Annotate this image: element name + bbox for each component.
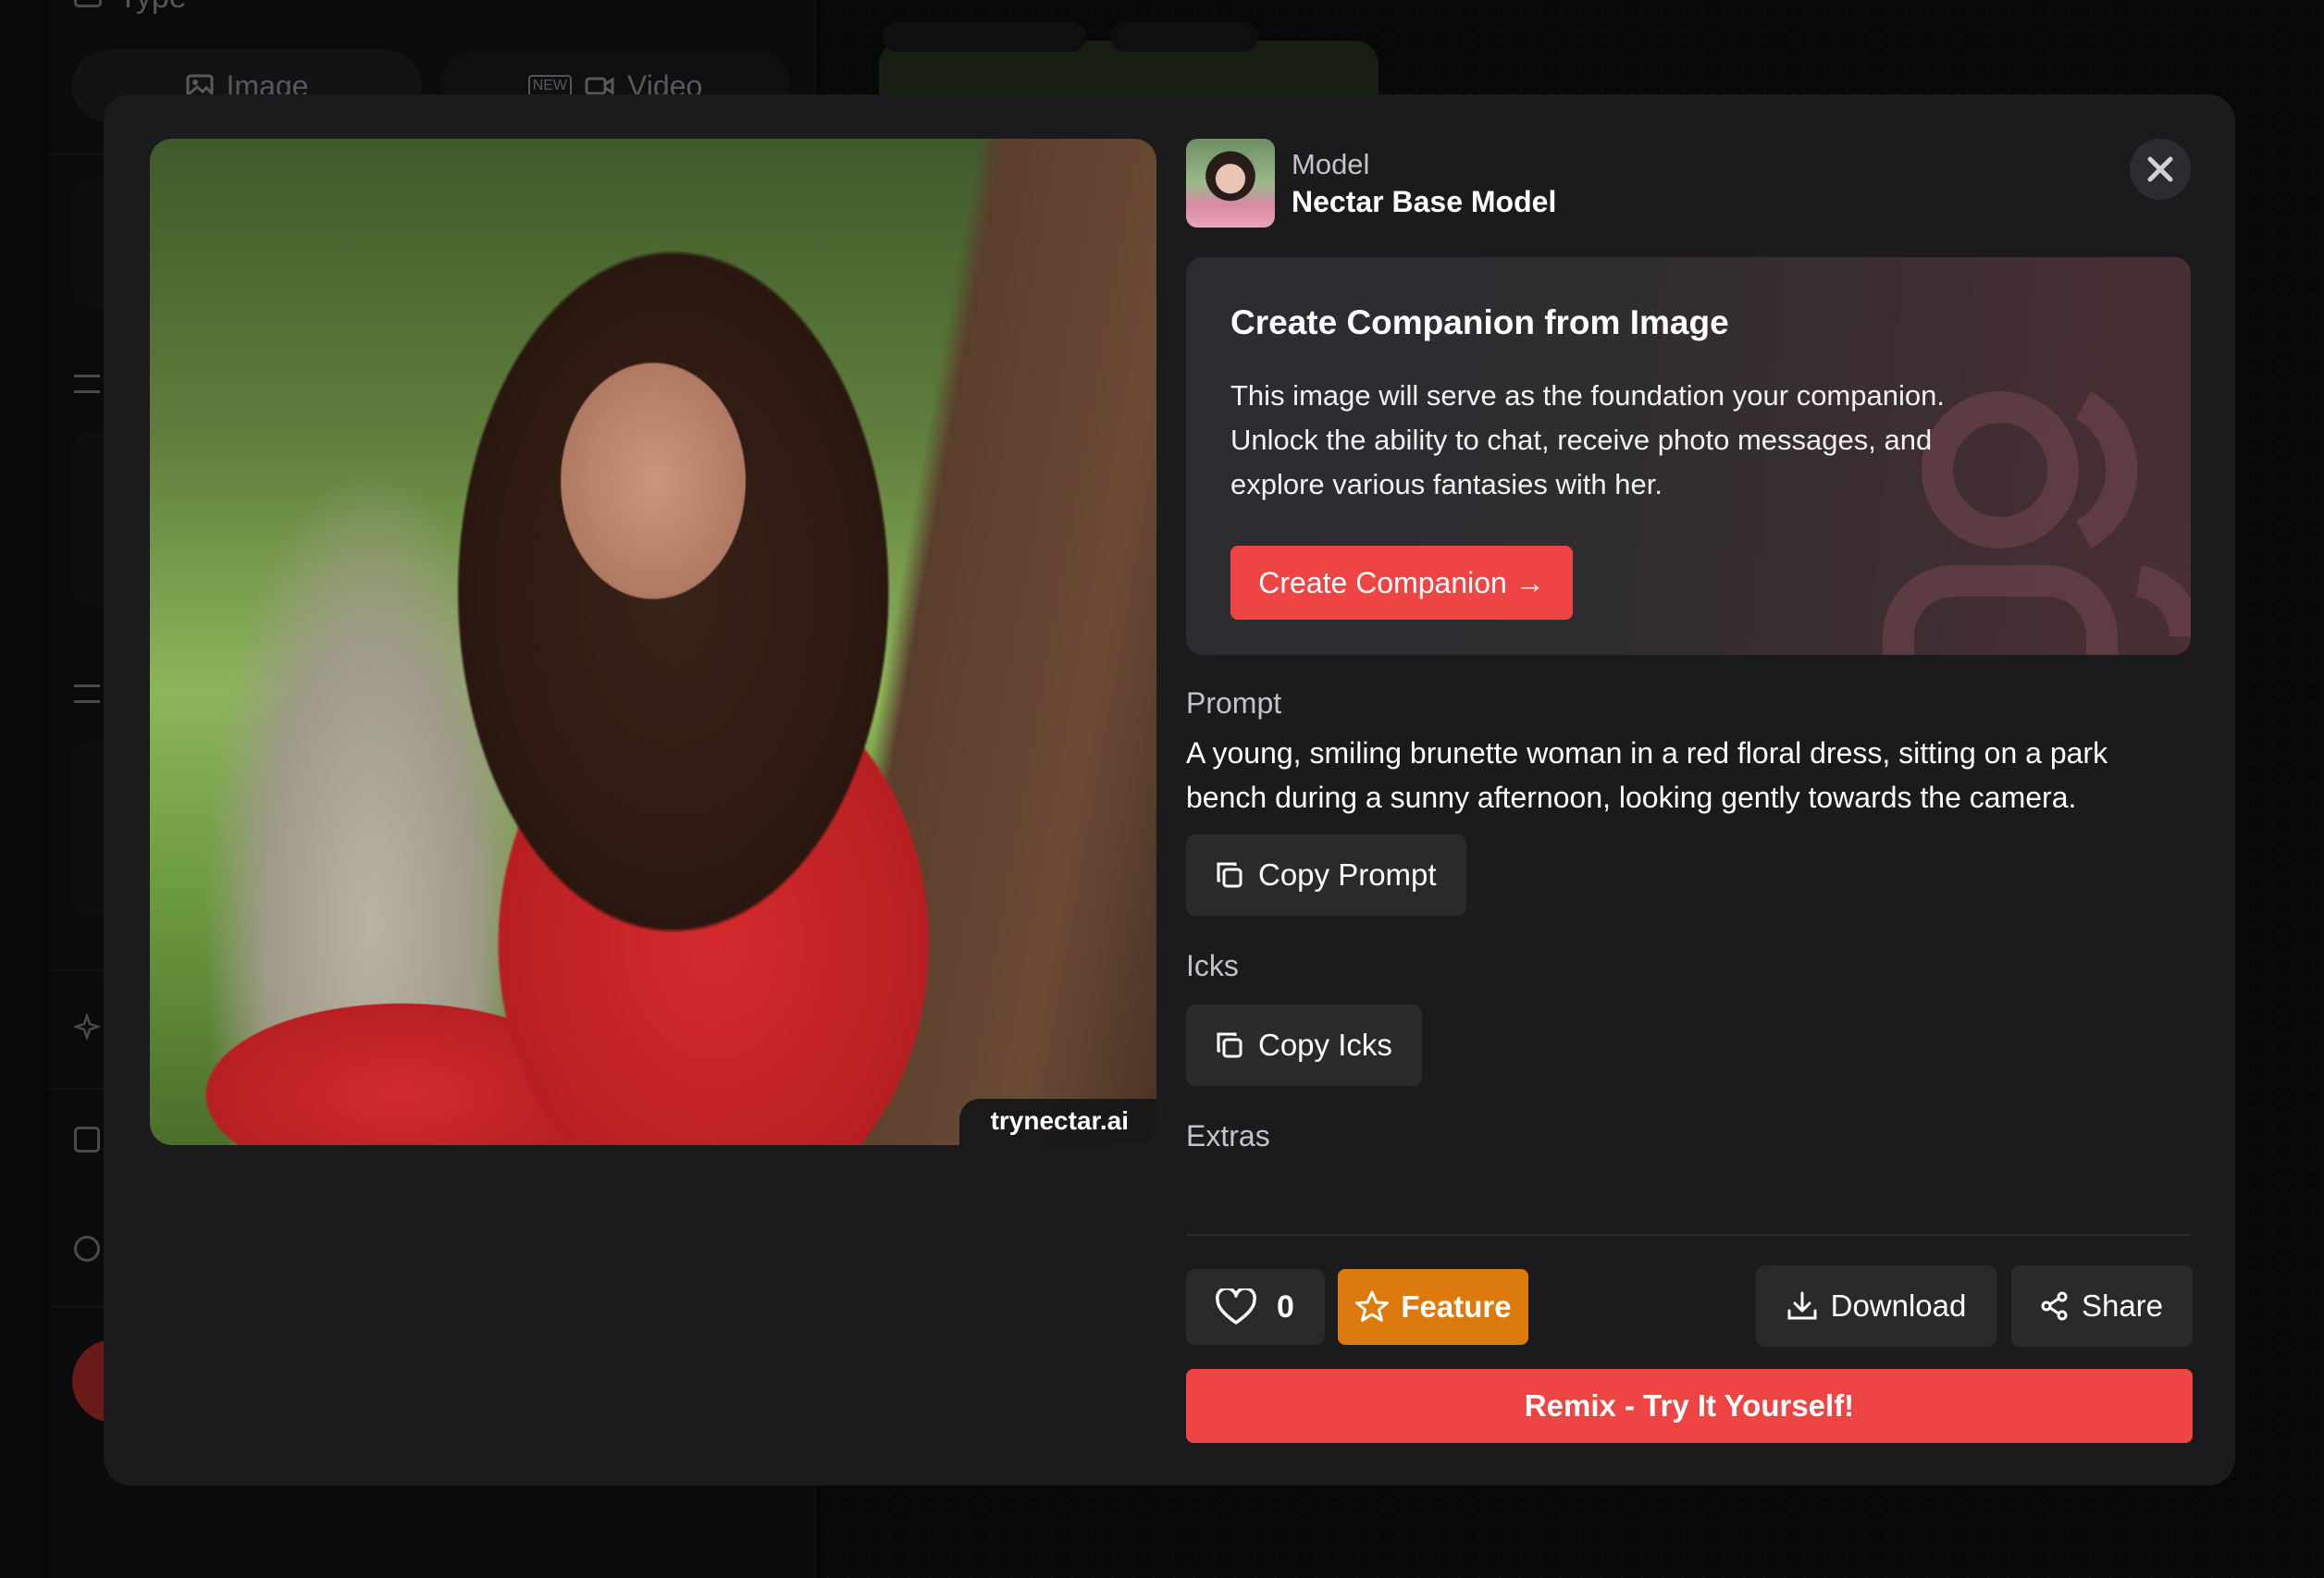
- model-avatar: [1186, 139, 1275, 228]
- companion-card-description: This image will serve as the foundation …: [1230, 379, 1945, 500]
- divider: [1186, 1234, 2191, 1236]
- like-count: 0: [1277, 1288, 1294, 1325]
- copy-icon: [1217, 862, 1242, 888]
- remix-button[interactable]: Remix - Try It Yourself!: [1186, 1369, 2193, 1443]
- model-label: Model: [1292, 147, 1370, 180]
- like-button[interactable]: 0: [1186, 1269, 1325, 1345]
- copy-prompt-label: Copy Prompt: [1258, 857, 1437, 892]
- share-icon: [2041, 1291, 2068, 1321]
- copy-icon: [1217, 1032, 1242, 1058]
- download-icon: [1787, 1291, 1817, 1320]
- close-icon: [2147, 156, 2173, 182]
- image-detail-modal: trynectar.ai Model Nectar Base Model Cre…: [104, 94, 2235, 1486]
- watermark: trynectar.ai: [958, 1099, 1156, 1145]
- prompt-label: Prompt: [1186, 686, 1282, 720]
- icks-label: Icks: [1186, 949, 1239, 982]
- model-name: Nectar Base Model: [1292, 184, 1557, 218]
- create-companion-button[interactable]: Create Companion →: [1230, 546, 1573, 620]
- generated-image: trynectar.ai: [150, 139, 1156, 1145]
- copy-icks-label: Copy Icks: [1258, 1028, 1392, 1062]
- prompt-text: A young, smiling brunette woman in a red…: [1186, 736, 2108, 814]
- download-label: Download: [1830, 1288, 1967, 1323]
- model-info: Model Nectar Base Model: [1186, 139, 1556, 228]
- extras-label: Extras: [1186, 1119, 1270, 1153]
- companion-card-title: Create Companion from Image: [1230, 303, 1729, 341]
- create-companion-card: Create Companion from Image This image w…: [1186, 257, 2191, 655]
- feature-button[interactable]: Feature: [1338, 1269, 1528, 1345]
- share-button[interactable]: Share: [2011, 1265, 2193, 1347]
- star-icon: [1355, 1290, 1390, 1322]
- share-label: Share: [2081, 1288, 2164, 1323]
- heart-icon: [1216, 1288, 1256, 1325]
- close-button[interactable]: [2130, 139, 2191, 200]
- copy-icks-button[interactable]: Copy Icks: [1186, 1005, 1422, 1086]
- download-button[interactable]: Download: [1756, 1265, 1996, 1347]
- copy-prompt-button[interactable]: Copy Prompt: [1186, 834, 1466, 916]
- feature-label: Feature: [1401, 1289, 1512, 1324]
